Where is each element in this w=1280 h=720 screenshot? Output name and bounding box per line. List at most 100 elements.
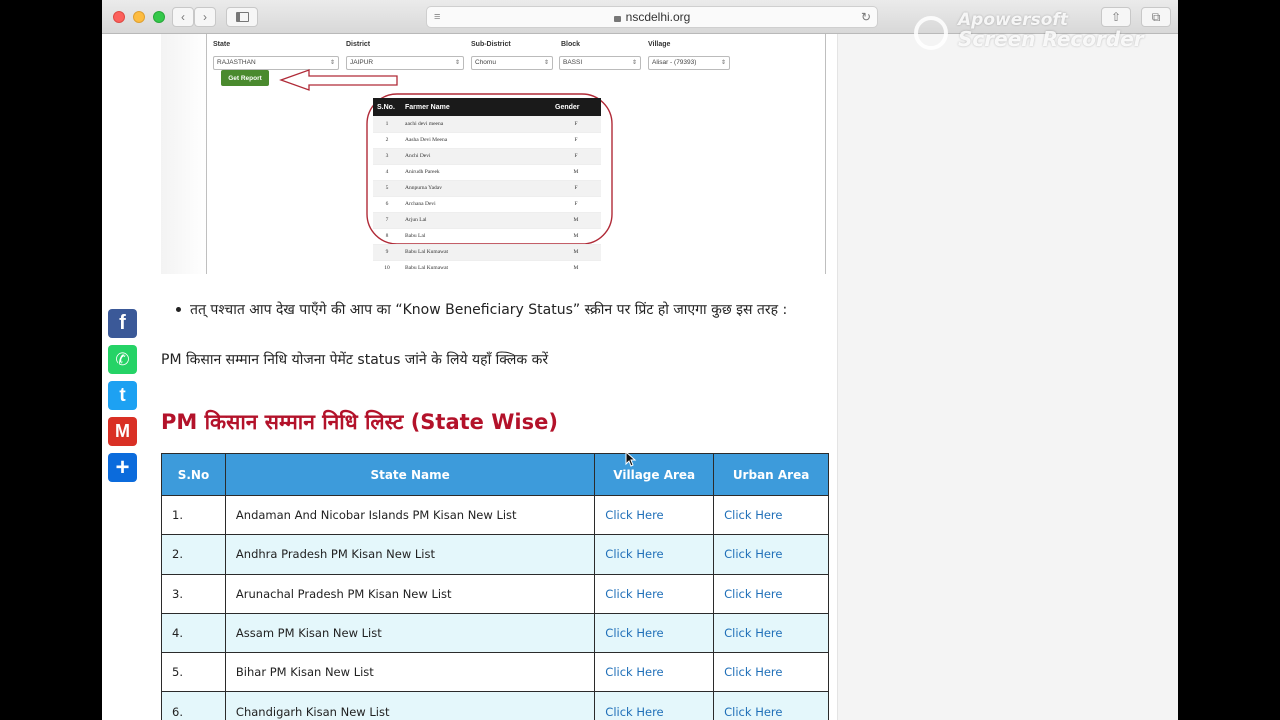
urban-click-here-link[interactable]: Click Here <box>724 626 782 640</box>
back-button[interactable]: ‹ <box>172 7 194 27</box>
url-text: nscdelhi.org <box>625 10 691 24</box>
cell: F <box>551 148 601 165</box>
watermark-line-2: Screen Recorder <box>958 27 1144 51</box>
state-name-cell: Bihar PM Kisan New List <box>224 652 596 693</box>
cell: 2 <box>373 132 401 149</box>
urban-area-cell: Click Here <box>713 494 829 536</box>
table-row: 4 Anirudh Pareek M <box>373 164 601 181</box>
cell: F <box>551 180 601 197</box>
table-row: 6. Chandigarh Kisan New List Click Here … <box>161 691 829 720</box>
urban-click-here-link[interactable]: Click Here <box>724 587 782 601</box>
twitter-share-button[interactable]: t <box>108 381 137 410</box>
table-row: 3 Anchi Devi F <box>373 148 601 165</box>
sno-cell: 2. <box>161 534 226 575</box>
village-area-cell: Click Here <box>594 573 715 614</box>
recorder-logo-icon <box>914 16 948 50</box>
cell: Annpurna Yadav <box>401 180 551 197</box>
cell: aachi devi meena <box>401 116 551 133</box>
village-click-here-link[interactable]: Click Here <box>605 587 663 601</box>
tabs-overview-button[interactable]: ⧉ <box>1141 7 1171 27</box>
gmail-icon: M <box>115 421 130 441</box>
gmail-share-button[interactable]: M <box>108 417 137 446</box>
village-area-cell: Click Here <box>594 494 715 536</box>
state-list-table: S.No State Name Village Area Urban Area … <box>161 453 829 720</box>
urban-area-cell: Click Here <box>713 652 829 693</box>
beneficiary-screenshot-image: State District Sub-District Block Villag… <box>161 34 826 274</box>
village-click-here-link[interactable]: Click Here <box>605 508 663 522</box>
share-icon: ⇧ <box>1110 10 1122 24</box>
cell: 8 <box>373 228 401 245</box>
cell: Archana Devi <box>401 196 551 213</box>
table-row: 8 Babu Lal M <box>373 228 601 245</box>
share-page-button[interactable]: ⇧ <box>1101 7 1131 27</box>
cell: 5 <box>373 180 401 197</box>
table-row: 7 Arjun Lal M <box>373 212 601 229</box>
forward-button[interactable]: › <box>194 7 216 27</box>
cell: Anirudh Pareek <box>401 164 551 181</box>
urban-area-cell: Click Here <box>713 691 829 720</box>
mouse-cursor-icon <box>625 451 637 467</box>
urban-click-here-link[interactable]: Click Here <box>724 508 782 522</box>
village-click-here-link[interactable]: Click Here <box>605 705 663 719</box>
reader-icon: ≡ <box>434 11 441 23</box>
sno-cell: 4. <box>161 612 226 654</box>
village-click-here-link[interactable]: Click Here <box>605 547 663 561</box>
plus-icon: + <box>115 453 130 481</box>
address-bar[interactable]: ≡ nscdelhi.org ↻ <box>426 6 878 28</box>
lock-icon <box>613 15 621 22</box>
cell: Arjun Lal <box>401 212 551 229</box>
state-name-cell: Arunachal Pradesh PM Kisan New List <box>224 573 596 614</box>
facebook-share-button[interactable]: f <box>108 309 137 338</box>
section-heading: PM किसान सम्मान निधि लिस्ट (State Wise) <box>161 410 558 434</box>
cell: Anchi Devi <box>401 148 551 165</box>
red-arrow-annotation <box>279 69 398 91</box>
urban-click-here-link[interactable]: Click Here <box>724 705 782 719</box>
sidebar-toggle-button[interactable] <box>226 7 258 27</box>
header-sno: S.No <box>161 453 226 496</box>
whatsapp-share-button[interactable]: ✆ <box>108 345 137 374</box>
chevron-right-icon: › <box>203 10 207 24</box>
sno-cell: 1. <box>161 494 226 536</box>
urban-click-here-link[interactable]: Click Here <box>724 547 782 561</box>
minimize-window-button[interactable] <box>133 11 145 23</box>
cell: Aasha Devi Meena <box>401 132 551 149</box>
facebook-icon: f <box>119 312 126 334</box>
zoom-window-button[interactable] <box>153 11 165 23</box>
state-name-cell: Andhra Pradesh PM Kisan New List <box>224 534 596 575</box>
state-name-cell: Andaman And Nicobar Islands PM Kisan New… <box>224 494 596 536</box>
table-row: 5. Bihar PM Kisan New List Click Here Cl… <box>161 652 829 693</box>
cell: Babu Lal <box>401 228 551 245</box>
mini-header-sno: S.No. <box>373 98 401 116</box>
village-click-here-link[interactable]: Click Here <box>605 665 663 679</box>
cell: Babu Lal Kumawat <box>401 260 551 274</box>
cell: F <box>551 196 601 213</box>
state-name-cell: Assam PM Kisan New List <box>224 612 596 654</box>
payment-status-link[interactable]: PM किसान सम्मान निधि योजना पेमेंट status… <box>161 350 548 369</box>
cell: 9 <box>373 244 401 261</box>
close-window-button[interactable] <box>113 11 125 23</box>
village-area-cell: Click Here <box>594 612 715 654</box>
sno-cell: 5. <box>161 652 226 693</box>
cell: Babu Lal Kumawat <box>401 244 551 261</box>
table-row: 1 aachi devi meena F <box>373 116 601 133</box>
urban-area-cell: Click Here <box>713 612 829 654</box>
village-area-cell: Click Here <box>594 534 715 575</box>
article: State District Sub-District Block Villag… <box>102 34 837 720</box>
village-click-here-link[interactable]: Click Here <box>605 626 663 640</box>
more-share-button[interactable]: + <box>108 453 137 482</box>
cell: 10 <box>373 260 401 274</box>
right-sidebar <box>837 34 1178 720</box>
cell: 7 <box>373 212 401 229</box>
cell: M <box>551 164 601 181</box>
table-row: 4. Assam PM Kisan New List Click Here Cl… <box>161 612 829 654</box>
browser-window: ‹ › ≡ nscdelhi.org ↻ ⇧ ⧉ State District … <box>102 0 1178 720</box>
cell: 3 <box>373 148 401 165</box>
farmer-table: S.No. Farmer Name Gender 1 aachi devi mee… <box>373 98 601 274</box>
reload-icon[interactable]: ↻ <box>861 10 871 24</box>
urban-area-cell: Click Here <box>713 573 829 614</box>
table-row: 5 Annpurna Yadav F <box>373 180 601 197</box>
tabs-icon: ⧉ <box>1151 9 1161 24</box>
urban-click-here-link[interactable]: Click Here <box>724 665 782 679</box>
mini-header-gender: Gender <box>551 98 601 116</box>
cell: 4 <box>373 164 401 181</box>
